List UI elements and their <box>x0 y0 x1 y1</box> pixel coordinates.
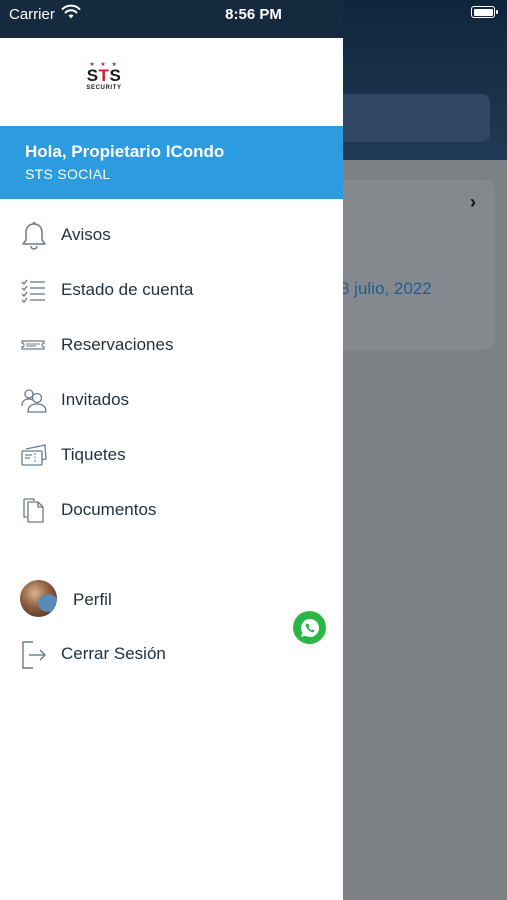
status-bar: Carrier 8:56 PM <box>0 0 507 30</box>
menu-item-cerrar-sesion[interactable]: Cerrar Sesión <box>0 627 343 682</box>
battery-icon <box>471 6 498 18</box>
menu-item-perfil[interactable]: Perfil <box>73 590 112 610</box>
menu-item-tiquetes[interactable]: Tiquetes <box>0 428 343 483</box>
user-banner: Hola, Propietario ICondo STS SOCIAL <box>0 126 343 199</box>
background-search-bar <box>330 94 490 142</box>
whatsapp-icon <box>300 618 319 637</box>
user-organization: STS SOCIAL <box>25 166 111 182</box>
menu-item-estado-de-cuenta[interactable]: Estado de cuenta <box>0 263 343 318</box>
chevron-right-icon: › <box>470 192 476 212</box>
side-drawer: ★ ★ ★ STS SECURITY Hola, Propietario ICo… <box>0 0 343 900</box>
background-date: 8 julio, 2022 <box>340 279 432 298</box>
checklist-icon <box>20 276 48 304</box>
menu-item-documentos[interactable]: Documentos <box>0 483 343 538</box>
menu-item-reservaciones[interactable]: Reservaciones <box>0 318 343 373</box>
user-greeting: Hola, Propietario ICondo <box>25 142 225 161</box>
tickets-icon <box>20 441 48 469</box>
sts-security-logo: ★ ★ ★ STS SECURITY <box>86 62 122 91</box>
bell-icon <box>20 221 48 250</box>
menu-item-avisos[interactable]: Avisos <box>0 208 343 263</box>
ticket-icon <box>20 331 48 359</box>
whatsapp-button[interactable] <box>293 611 326 644</box>
documents-icon <box>20 496 48 524</box>
guests-icon <box>20 386 48 414</box>
status-time: 8:56 PM <box>225 6 282 23</box>
logout-icon <box>20 640 48 669</box>
menu-item-invitados[interactable]: Invitados <box>0 373 343 428</box>
avatar[interactable] <box>20 580 57 617</box>
